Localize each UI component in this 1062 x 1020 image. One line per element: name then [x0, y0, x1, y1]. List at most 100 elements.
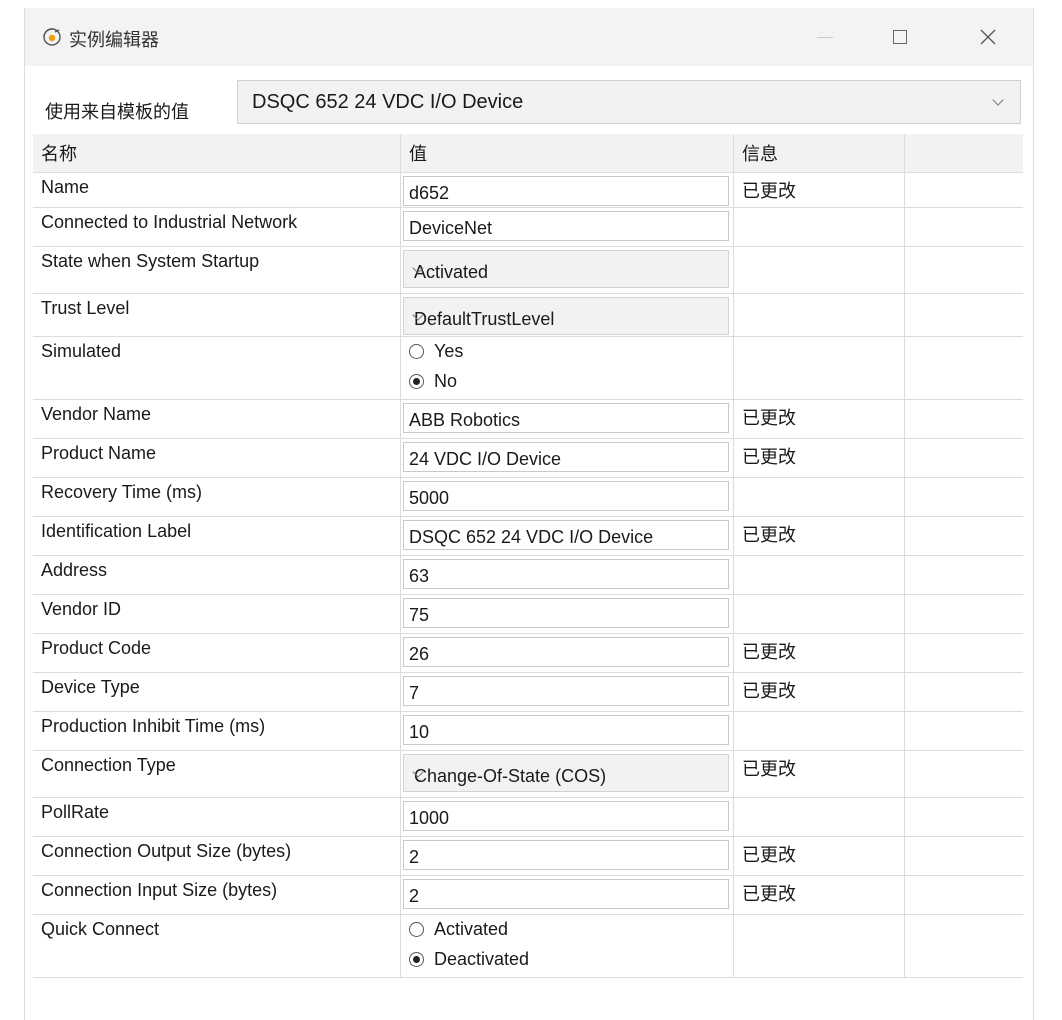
property-row: Address 63 [33, 556, 1023, 595]
property-name-cell: Name [33, 173, 401, 207]
property-name: Quick Connect [41, 919, 160, 939]
property-value-text: 63 [409, 566, 430, 586]
property-extra-cell [905, 915, 1023, 977]
property-extra-cell [905, 595, 1023, 633]
property-info-cell: 已更改 [734, 517, 905, 555]
template-dropdown-value: DSQC 652 24 VDC I/O Device [252, 91, 524, 113]
property-row: Quick Connect Activated Deactivated [33, 915, 1023, 978]
property-value-input[interactable]: 24 VDC I/O Device [403, 442, 729, 472]
property-value-text: 10 [409, 722, 430, 742]
property-info-cell: 已更改 [734, 400, 905, 438]
property-name-cell: Address [33, 556, 401, 594]
property-value-input[interactable]: 10 [403, 715, 729, 745]
radio-label: Yes [434, 341, 464, 361]
property-value-input[interactable]: DeviceNet [403, 211, 729, 241]
radio-circle [409, 922, 424, 937]
property-row: Product Code 26 已更改 [33, 634, 1023, 673]
changed-indicator: 已更改 [742, 845, 796, 865]
property-name-cell: Connection Input Size (bytes) [33, 876, 401, 914]
window-title: 实例编辑器 [69, 30, 159, 50]
property-name-cell: State when System Startup [33, 247, 401, 293]
property-value-input[interactable]: 2 [403, 879, 729, 909]
property-row: Simulated Yes No [33, 337, 1023, 400]
property-info-cell: 已更改 [734, 876, 905, 914]
property-info-cell [734, 208, 905, 246]
property-row: Device Type 7 已更改 [33, 673, 1023, 712]
column-header[interactable]: 信息 [734, 134, 905, 172]
radio-circle [409, 374, 424, 389]
property-extra-cell [905, 294, 1023, 336]
property-name-cell: PollRate [33, 798, 401, 836]
property-name-cell: Product Name [33, 439, 401, 477]
property-name-cell: Simulated [33, 337, 401, 399]
property-value-input[interactable]: 7 [403, 676, 729, 706]
property-name: PollRate [41, 802, 110, 822]
app-icon [43, 28, 61, 46]
property-info-cell: 已更改 [734, 837, 905, 875]
property-row: Connection Type Change-Of-State (COS) 已更改 [33, 751, 1023, 798]
property-row: Recovery Time (ms) 5000 [33, 478, 1023, 517]
grid-header-row: 名称 值 信息 [33, 134, 1023, 173]
property-value-text: 1000 [409, 808, 450, 828]
property-value-input[interactable]: 63 [403, 559, 729, 589]
changed-indicator: 已更改 [742, 759, 796, 779]
property-extra-cell [905, 556, 1023, 594]
property-value-cell: d652 [401, 173, 734, 207]
property-extra-cell [905, 517, 1023, 555]
property-info-cell [734, 915, 905, 977]
property-value-dropdown[interactable]: Change-Of-State (COS) [403, 754, 729, 792]
property-row: Product Name 24 VDC I/O Device 已更改 [33, 439, 1023, 478]
column-header[interactable]: 名称 [33, 134, 401, 172]
property-row: Trust Level DefaultTrustLevel [33, 294, 1023, 337]
property-name: Vendor Name [41, 404, 152, 424]
property-extra-cell [905, 712, 1023, 750]
changed-indicator: 已更改 [742, 525, 796, 545]
property-value-input[interactable]: 5000 [403, 481, 729, 511]
property-info-cell: 已更改 [734, 173, 905, 207]
property-value-input[interactable]: 2 [403, 840, 729, 870]
property-info-cell: 已更改 [734, 673, 905, 711]
property-value-input[interactable]: 1000 [403, 801, 729, 831]
maximize-button[interactable] [880, 20, 920, 54]
property-value-dropdown[interactable]: Activated [403, 250, 729, 288]
property-value-input[interactable]: d652 [403, 176, 729, 206]
property-name: Production Inhibit Time (ms) [41, 716, 266, 736]
template-dropdown[interactable]: DSQC 652 24 VDC I/O Device [237, 80, 1021, 124]
property-value-cell: Activated Deactivated [401, 915, 734, 977]
property-value-text: 2 [409, 886, 420, 906]
property-value-input[interactable]: 75 [403, 598, 729, 628]
property-extra-cell [905, 751, 1023, 797]
property-value-dropdown[interactable]: DefaultTrustLevel [403, 297, 729, 335]
property-value-cell: Activated [401, 247, 734, 293]
property-row: Identification Label DSQC 652 24 VDC I/O … [33, 517, 1023, 556]
minimize-button[interactable] [805, 20, 845, 54]
property-value-text: 26 [409, 644, 430, 664]
property-extra-cell [905, 208, 1023, 246]
property-name: State when System Startup [41, 251, 260, 271]
property-row: Production Inhibit Time (ms) 10 [33, 712, 1023, 751]
property-value-input[interactable]: DSQC 652 24 VDC I/O Device [403, 520, 729, 550]
column-header[interactable]: 值 [401, 134, 734, 172]
property-value-cell: 2 [401, 837, 734, 875]
property-value-cell: 24 VDC I/O Device [401, 439, 734, 477]
property-value-cell: 63 [401, 556, 734, 594]
property-value-text: Activated [414, 262, 489, 282]
property-value-input[interactable]: 26 [403, 637, 729, 667]
property-row: Connection Output Size (bytes) 2 已更改 [33, 837, 1023, 876]
property-info-cell [734, 247, 905, 293]
title-bar[interactable]: 实例编辑器 [25, 8, 1033, 66]
instance-editor-window: 实例编辑器 使用来自模板的值 DSQC 652 24 VDC I/O Devic… [24, 8, 1034, 1020]
property-extra-cell [905, 400, 1023, 438]
close-button[interactable] [968, 20, 1008, 54]
property-value-cell: DeviceNet [401, 208, 734, 246]
property-grid: 名称 值 信息 Name d652 已更改 Connected to Industrial … [33, 134, 1023, 978]
property-info-cell [734, 798, 905, 836]
property-name: Connection Output Size (bytes) [41, 841, 292, 861]
changed-indicator: 已更改 [742, 447, 796, 467]
property-name-cell: Trust Level [33, 294, 401, 336]
property-name: Name [41, 177, 90, 197]
property-row: Vendor Name ABB Robotics 已更改 [33, 400, 1023, 439]
property-value-input[interactable]: ABB Robotics [403, 403, 729, 433]
column-header [905, 134, 1023, 172]
property-name: Simulated [41, 341, 122, 361]
